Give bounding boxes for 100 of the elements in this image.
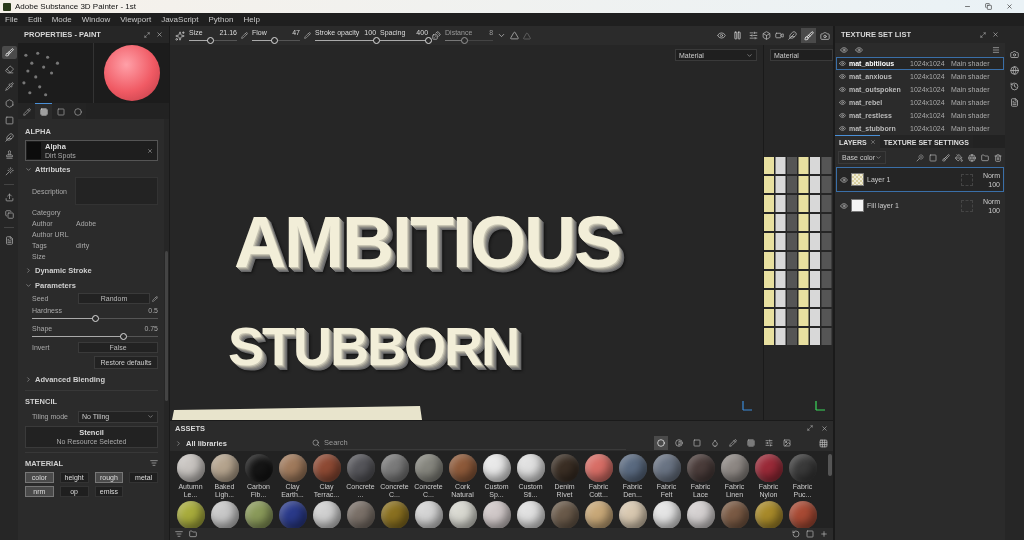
- grid-view-icon[interactable]: [819, 438, 828, 448]
- material-thumbnail[interactable]: [176, 501, 205, 528]
- menu-item[interactable]: Edit: [27, 15, 42, 24]
- material-thumbnail[interactable]: [380, 454, 409, 482]
- folder-icon[interactable]: [189, 530, 197, 538]
- slider-track[interactable]: [252, 36, 300, 44]
- menu-item[interactable]: JavaScript: [161, 15, 199, 24]
- material-thumbnail[interactable]: [584, 501, 613, 528]
- globe-icon[interactable]: [1010, 66, 1019, 75]
- eye-icon[interactable]: [839, 86, 846, 93]
- material-thumbnail[interactable]: [754, 454, 783, 482]
- material-thumbnail[interactable]: [448, 454, 477, 482]
- brush-button[interactable]: [801, 28, 816, 43]
- eye-icon[interactable]: [840, 175, 848, 184]
- slider-thumb[interactable]: [372, 36, 380, 44]
- menu-item[interactable]: Viewport: [120, 15, 152, 24]
- pen-icon[interactable]: [304, 32, 311, 39]
- properties-tab[interactable]: [35, 103, 52, 119]
- folder-icon[interactable]: [981, 153, 989, 162]
- slider-track[interactable]: [315, 36, 377, 44]
- float-icon[interactable]: [144, 31, 150, 38]
- menu-item[interactable]: Python: [208, 15, 234, 24]
- menu-item[interactable]: Mode: [51, 15, 72, 24]
- slider-track[interactable]: [189, 36, 237, 44]
- close-icon[interactable]: [992, 31, 999, 38]
- filter-button[interactable]: [690, 436, 704, 450]
- slider-thumb[interactable]: [424, 36, 432, 44]
- scrollbar-thumb[interactable]: [828, 454, 832, 476]
- material-thumbnail[interactable]: [346, 454, 375, 482]
- eye-icon[interactable]: [839, 112, 846, 119]
- pencil-icon[interactable]: [152, 295, 158, 302]
- list-icon[interactable]: [150, 458, 158, 467]
- close-icon[interactable]: [147, 147, 153, 154]
- document-icon[interactable]: [1010, 98, 1019, 107]
- material-thumbnail[interactable]: [210, 501, 239, 528]
- eye-icon[interactable]: [839, 73, 846, 80]
- float-icon[interactable]: [807, 425, 813, 431]
- material-thumbnail[interactable]: [754, 501, 783, 528]
- close-icon[interactable]: [156, 31, 163, 38]
- video-camera-icon[interactable]: [775, 31, 784, 40]
- slider-track[interactable]: [32, 333, 158, 340]
- feather-icon[interactable]: [788, 31, 797, 40]
- material-thumbnail[interactable]: [720, 454, 749, 482]
- delete-icon[interactable]: [994, 153, 1002, 162]
- material-thumbnail[interactable]: [210, 454, 239, 482]
- material-thumbnail[interactable]: [550, 501, 579, 528]
- material-thumbnail[interactable]: [482, 454, 511, 482]
- menu-item[interactable]: Help: [243, 15, 260, 24]
- material-thumbnail[interactable]: [652, 454, 681, 482]
- tool-button[interactable]: [1, 46, 17, 59]
- material-thumbnail[interactable]: [618, 501, 647, 528]
- square-icon[interactable]: [806, 530, 814, 538]
- eye-icon[interactable]: [855, 46, 863, 54]
- slider-thumb[interactable]: [207, 36, 215, 44]
- wand-icon[interactable]: [916, 153, 924, 162]
- eye-icon[interactable]: [839, 60, 846, 67]
- filter-button[interactable]: [672, 436, 686, 450]
- material-thumbnail[interactable]: [482, 501, 511, 528]
- float-icon[interactable]: [980, 31, 986, 38]
- menu-icon[interactable]: [992, 46, 1000, 54]
- material-thumbnail[interactable]: [346, 501, 375, 528]
- slider-track[interactable]: [32, 315, 158, 322]
- sphere-icon[interactable]: [968, 153, 976, 162]
- filter-button[interactable]: [762, 436, 776, 450]
- material-thumbnail[interactable]: [414, 501, 443, 528]
- material-thumbnail[interactable]: [516, 454, 545, 482]
- slider-thumb[interactable]: [91, 315, 99, 322]
- brush-icon[interactable]: [942, 153, 950, 162]
- material-thumbnail[interactable]: [788, 454, 817, 482]
- filter-button[interactable]: [726, 436, 740, 450]
- eye-icon[interactable]: [717, 31, 726, 40]
- menu-item[interactable]: Window: [81, 15, 111, 24]
- camera-icon[interactable]: [1010, 50, 1019, 59]
- material-thumbnail[interactable]: [448, 501, 477, 528]
- material-thumbnail[interactable]: [516, 501, 545, 528]
- cube-icon[interactable]: [762, 31, 771, 40]
- material-thumbnail[interactable]: [686, 454, 715, 482]
- eye-icon[interactable]: [840, 201, 848, 210]
- material-thumbnail[interactable]: [550, 454, 579, 482]
- material-thumbnail[interactable]: [312, 501, 341, 528]
- material-thumbnail[interactable]: [584, 454, 613, 482]
- slider-thumb[interactable]: [271, 36, 279, 44]
- eye-icon[interactable]: [839, 99, 846, 106]
- filter-icon[interactable]: [175, 530, 183, 538]
- eye-icon[interactable]: [840, 46, 848, 54]
- filter-button[interactable]: [744, 436, 758, 450]
- material-thumbnail[interactable]: [618, 454, 647, 482]
- material-thumbnail[interactable]: [686, 501, 715, 528]
- material-thumbnail[interactable]: [244, 454, 273, 482]
- restore-icon[interactable]: [985, 3, 992, 10]
- refresh-icon[interactable]: [792, 530, 800, 538]
- material-thumbnail[interactable]: [278, 454, 307, 482]
- material-thumbnail[interactable]: [278, 501, 307, 528]
- slider-thumb[interactable]: [120, 333, 128, 340]
- material-thumbnail[interactable]: [380, 501, 409, 528]
- add-icon[interactable]: [820, 530, 828, 538]
- history-icon[interactable]: [1010, 82, 1019, 91]
- close-icon[interactable]: [1006, 3, 1013, 10]
- material-thumbnail[interactable]: [244, 501, 273, 528]
- menu-item[interactable]: File: [5, 15, 18, 24]
